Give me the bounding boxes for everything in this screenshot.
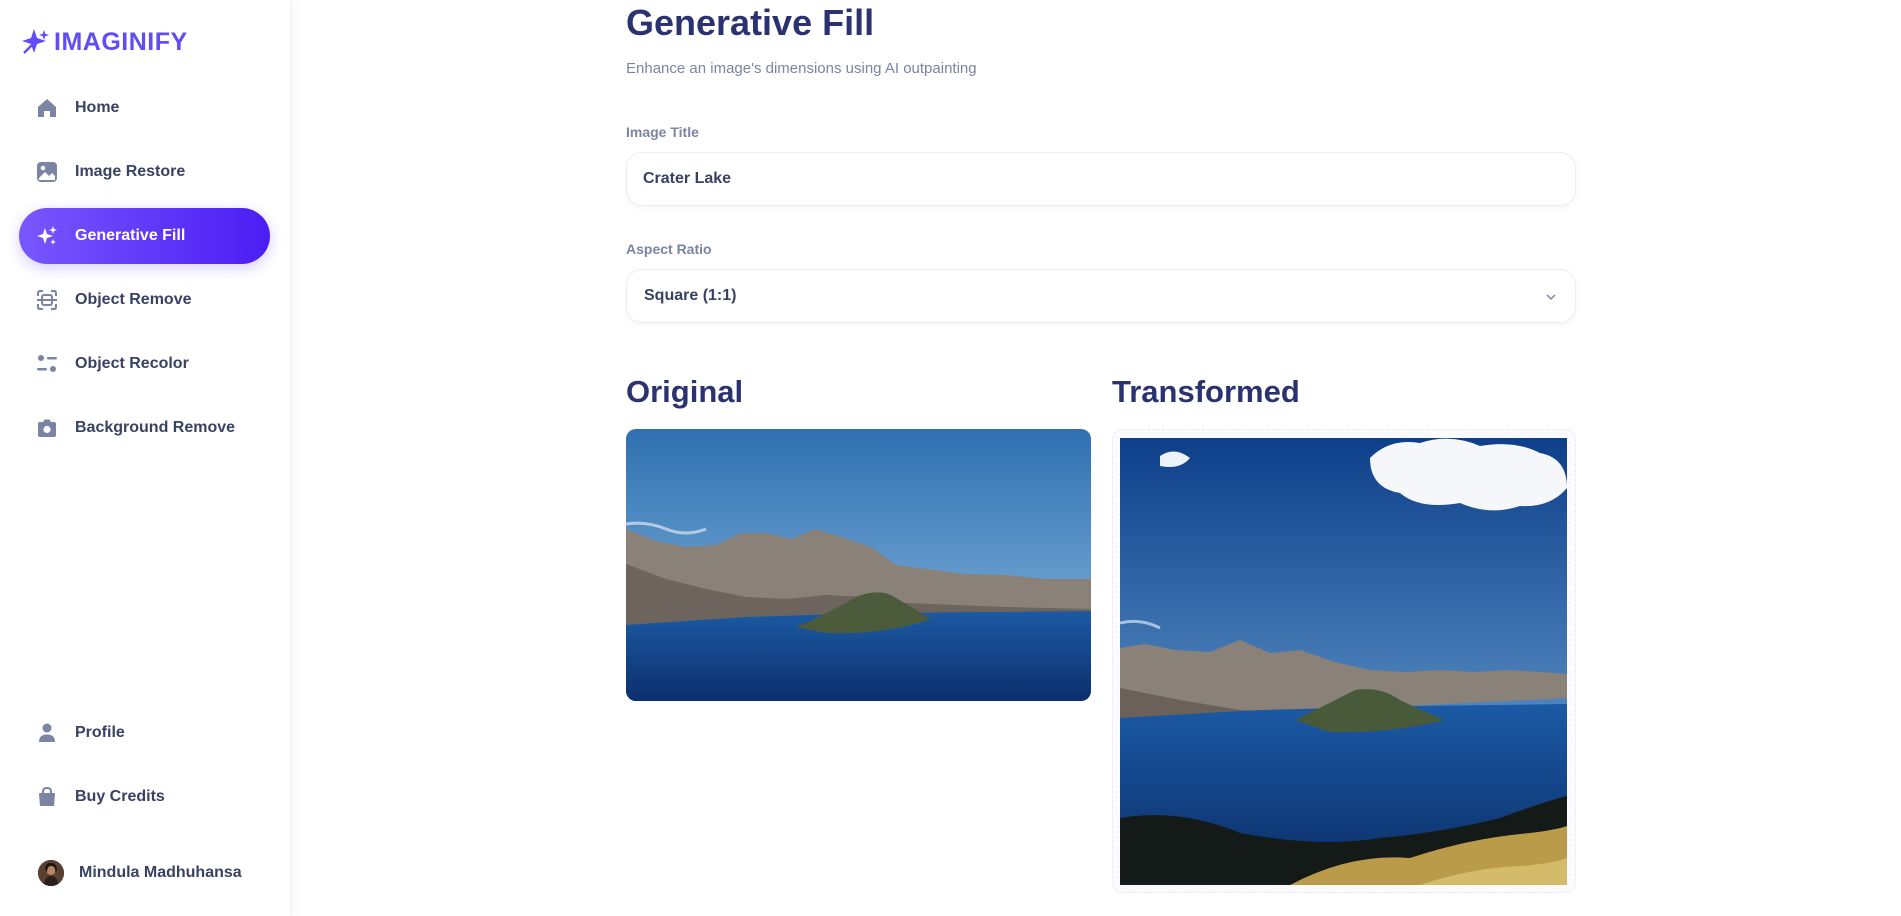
- image-title-field[interactable]: [626, 152, 1576, 206]
- chevron-down-icon: [1545, 291, 1557, 303]
- avatar[interactable]: [38, 860, 64, 886]
- filter-icon: [36, 353, 58, 375]
- user-icon: [36, 722, 58, 744]
- aspect-ratio-select[interactable]: Square (1:1): [626, 269, 1576, 323]
- image-icon: [36, 161, 58, 183]
- original-heading: Original: [626, 374, 744, 409]
- sidebar-item-label: Object Recolor: [75, 355, 189, 372]
- sidebar-item-buy-credits[interactable]: Buy Credits: [19, 769, 270, 825]
- page-title: Generative Fill: [626, 2, 875, 43]
- image-title-input[interactable]: [643, 153, 1543, 205]
- sidebar-item-background-remove[interactable]: Background Remove: [19, 400, 270, 456]
- sidebar-item-label: Object Remove: [75, 291, 192, 308]
- sidebar-item-image-restore[interactable]: Image Restore: [19, 144, 270, 200]
- sidebar-item-label: Background Remove: [75, 419, 236, 436]
- camera-icon: [36, 417, 58, 439]
- sidebar: IMAGINIFY Home Image Restore Generative …: [0, 0, 290, 916]
- transformed-image[interactable]: [1120, 438, 1567, 885]
- transformed-heading: Transformed: [1112, 374, 1300, 409]
- sparkle-logo-icon: [20, 27, 50, 57]
- image-title-label: Image Title: [626, 124, 699, 140]
- sidebar-item-home[interactable]: Home: [19, 80, 270, 136]
- sidebar-item-label: Image Restore: [75, 163, 186, 180]
- scan-icon: [36, 289, 58, 311]
- original-image[interactable]: [626, 429, 1091, 701]
- aspect-ratio-value: Square (1:1): [644, 287, 737, 304]
- aspect-ratio-label: Aspect Ratio: [626, 241, 712, 257]
- sidebar-item-label: Profile: [75, 724, 125, 741]
- sidebar-item-object-remove[interactable]: Object Remove: [19, 272, 270, 328]
- sidebar-item-profile[interactable]: Profile: [19, 705, 270, 761]
- logo-text: IMAGINIFY: [54, 27, 188, 56]
- bag-icon: [36, 786, 58, 808]
- sidebar-item-label: Buy Credits: [75, 788, 165, 805]
- sidebar-item-label: Home: [75, 99, 120, 116]
- page-subtitle: Enhance an image's dimensions using AI o…: [626, 60, 977, 77]
- sidebar-item-object-recolor[interactable]: Object Recolor: [19, 336, 270, 392]
- sidebar-item-label: Generative Fill: [75, 227, 186, 244]
- logo[interactable]: IMAGINIFY: [20, 26, 188, 58]
- user-name[interactable]: Mindula Madhuhansa: [79, 860, 242, 886]
- home-icon: [36, 97, 58, 119]
- sidebar-item-generative-fill[interactable]: Generative Fill: [19, 208, 270, 264]
- stars-icon: [36, 225, 58, 247]
